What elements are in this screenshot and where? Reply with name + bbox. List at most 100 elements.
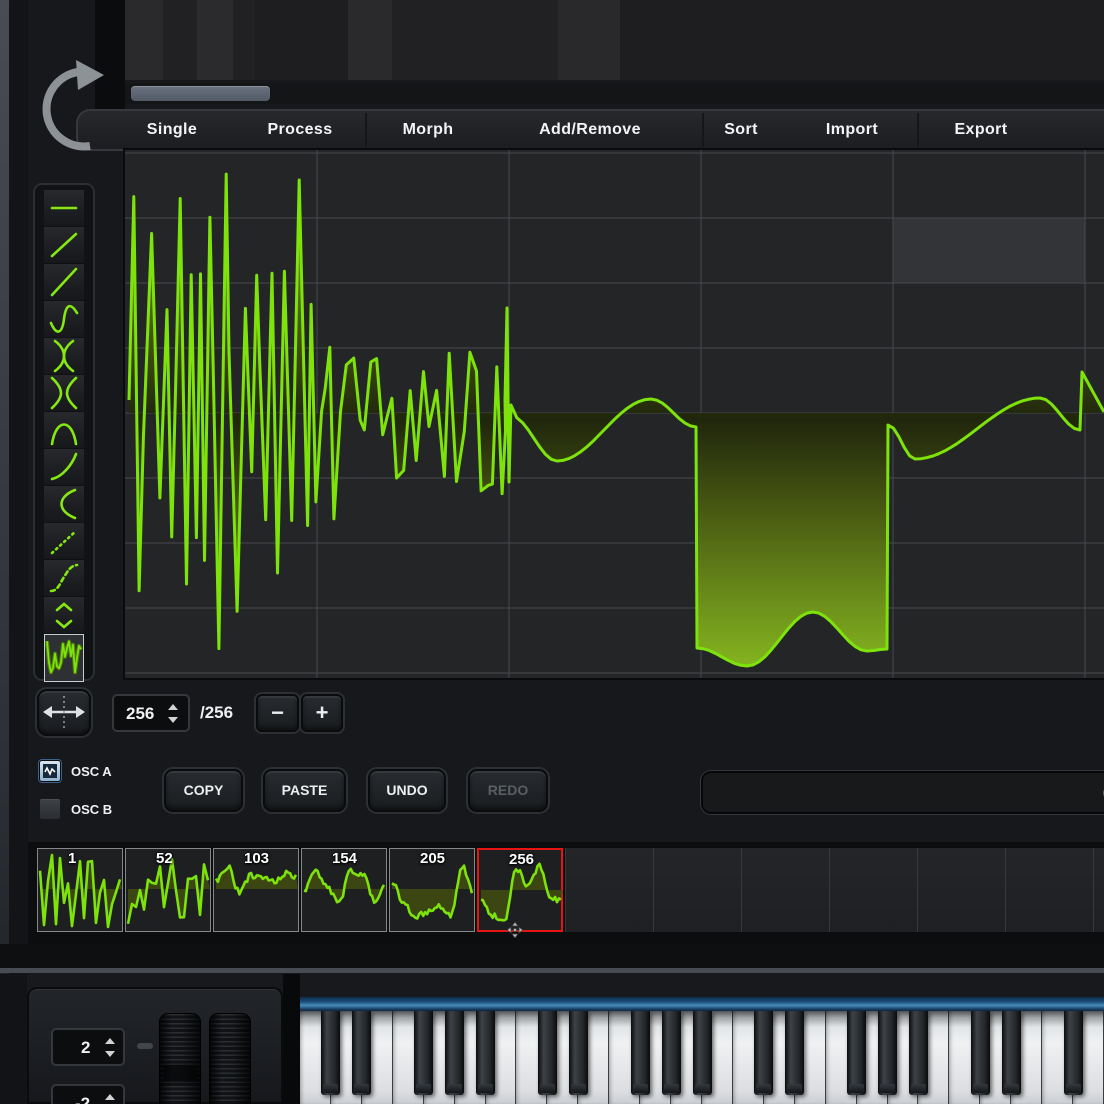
menu-item-morph[interactable]: Morph [403,111,454,149]
black-key[interactable] [847,1011,866,1095]
frame-thumbnail-154[interactable]: 154 [301,848,387,932]
draw-tool-dotted-ramp-icon[interactable] [44,523,84,560]
menu-item-add-remove[interactable]: Add/Remove [539,111,641,149]
octave-up-arrow[interactable] [105,1038,115,1044]
black-key[interactable] [476,1011,495,1095]
black-key[interactable] [909,1011,928,1095]
menu-item-export[interactable]: Export [954,111,1007,149]
frame-thumbnail-number: 1 [68,850,76,867]
black-key[interactable] [662,1011,681,1095]
draw-tool-expand-chevrons-icon[interactable] [44,597,84,634]
frame-slot-empty [1093,848,1104,932]
draw-tool-arcs-pinch-icon[interactable] [44,375,84,412]
frame-thumbnail-1[interactable]: 1 [37,848,123,932]
pitch-wheel[interactable] [159,1013,201,1104]
menu-item-single[interactable]: Single [147,111,197,149]
black-key[interactable] [1064,1011,1083,1095]
octave-tick [137,1043,153,1049]
pitch-mod-panel: 2 -2 [27,987,283,1104]
black-key[interactable] [631,1011,650,1095]
undo-button[interactable]: UNDO [368,769,446,812]
menu-divider [917,113,919,147]
frame-up-arrow[interactable] [168,704,178,710]
black-key[interactable] [1002,1011,1021,1095]
black-key[interactable] [785,1011,804,1095]
draw-tool-curve-left-icon[interactable] [44,486,84,523]
black-key[interactable] [569,1011,588,1095]
frame-number-value: 256 [126,704,154,724]
black-key[interactable] [878,1011,897,1095]
frame-slot-empty [829,848,917,932]
black-key[interactable] [971,1011,990,1095]
transpose-value: -2 [75,1094,90,1104]
black-key[interactable] [414,1011,433,1095]
mod-wheel[interactable] [209,1013,251,1104]
draw-tools-toolbar [33,183,95,681]
menu-divider [365,113,367,147]
wavetable-menubar: Single Process Morph Add/Remove Sort Import Ex… [76,109,1104,151]
frame-thumbnail-256[interactable]: 256 [477,848,563,932]
frame-number-spinner[interactable]: 256 [112,694,190,732]
draw-tool-arch-curve-icon[interactable] [44,412,84,449]
wavetable-editor-window: Single Process Morph Add/Remove Sort Import Ex… [0,0,1104,1104]
frame-thumbnail-strip: 1 52 103 154 205 256 [28,842,1104,944]
menu-divider [702,113,704,147]
draw-tool-ramp-steep-icon[interactable] [44,264,84,301]
transpose-up-arrow[interactable] [105,1094,115,1100]
frame-thumbnail-number: 154 [332,850,357,867]
frame-slot-empty [741,848,829,932]
black-key[interactable] [538,1011,557,1095]
osc-a-label: OSC A [71,764,112,779]
remove-frame-button[interactable]: − [256,694,299,732]
formula-input[interactable]: (e [701,771,1104,814]
black-key[interactable] [352,1011,371,1095]
menu-item-process[interactable]: Process [267,111,332,149]
draw-tool-curve-up-icon[interactable] [44,449,84,486]
frame-thumbnail-number: 205 [420,850,445,867]
black-key[interactable] [445,1011,464,1095]
octave-down-arrow[interactable] [105,1051,115,1057]
frame-thumbnail-number: 256 [509,851,534,868]
osc-b-checkbox[interactable] [39,798,61,820]
rotate-clockwise-icon[interactable] [26,56,106,168]
frame-thumbnail-52[interactable]: 52 [125,848,211,932]
menu-item-import[interactable]: Import [826,111,878,149]
frame-slot-empty [917,848,1005,932]
editor-bottom-gap [0,944,1104,968]
waveform-display[interactable] [125,150,1104,678]
draw-tool-dashed-s-curve-icon[interactable] [44,560,84,597]
transpose-spinner[interactable]: -2 [51,1084,125,1104]
draw-tool-noise-wave-icon[interactable] [44,634,84,682]
black-key[interactable] [754,1011,773,1095]
osc-a-check-glyph [43,764,57,778]
draw-tool-ramp-up-icon[interactable] [44,227,84,264]
horizontal-pan-button[interactable] [37,689,91,736]
menu-item-sort[interactable]: Sort [724,111,758,149]
frame-scrollbar-track[interactable] [125,83,1104,104]
frame-thumbnail-205[interactable]: 205 [389,848,475,932]
keyboard-blue-strip [300,997,1104,1011]
frame-thumbnail-103[interactable]: 103 [213,848,299,932]
horizontal-arrows-icon [39,691,89,734]
black-key[interactable] [321,1011,340,1095]
paste-button[interactable]: PASTE [263,769,346,812]
frame-thumbnail-number: 103 [244,850,269,867]
osc-a-checkbox[interactable] [39,760,61,782]
draw-tool-sine-curve-icon[interactable] [44,301,84,338]
add-frame-button[interactable]: + [301,694,343,732]
editor-bottom-border [0,968,1104,973]
redo-button[interactable]: REDO [468,769,548,812]
draw-tool-arcs-out-icon[interactable] [44,338,84,375]
frame-scrollbar-handle[interactable] [131,86,270,101]
black-key[interactable] [693,1011,712,1095]
draw-tool-flat-line-icon[interactable] [44,190,84,227]
frame-total-label: /256 [200,703,233,723]
frame-slot-empty [565,848,653,932]
header-background [125,0,1104,80]
frame-slot-empty [653,848,741,932]
copy-button[interactable]: COPY [164,769,243,812]
frame-thumbnail-number: 52 [156,850,173,867]
frame-down-arrow[interactable] [168,717,178,723]
octave-spinner[interactable]: 2 [51,1028,125,1066]
lower-left-gutter [0,974,27,1104]
